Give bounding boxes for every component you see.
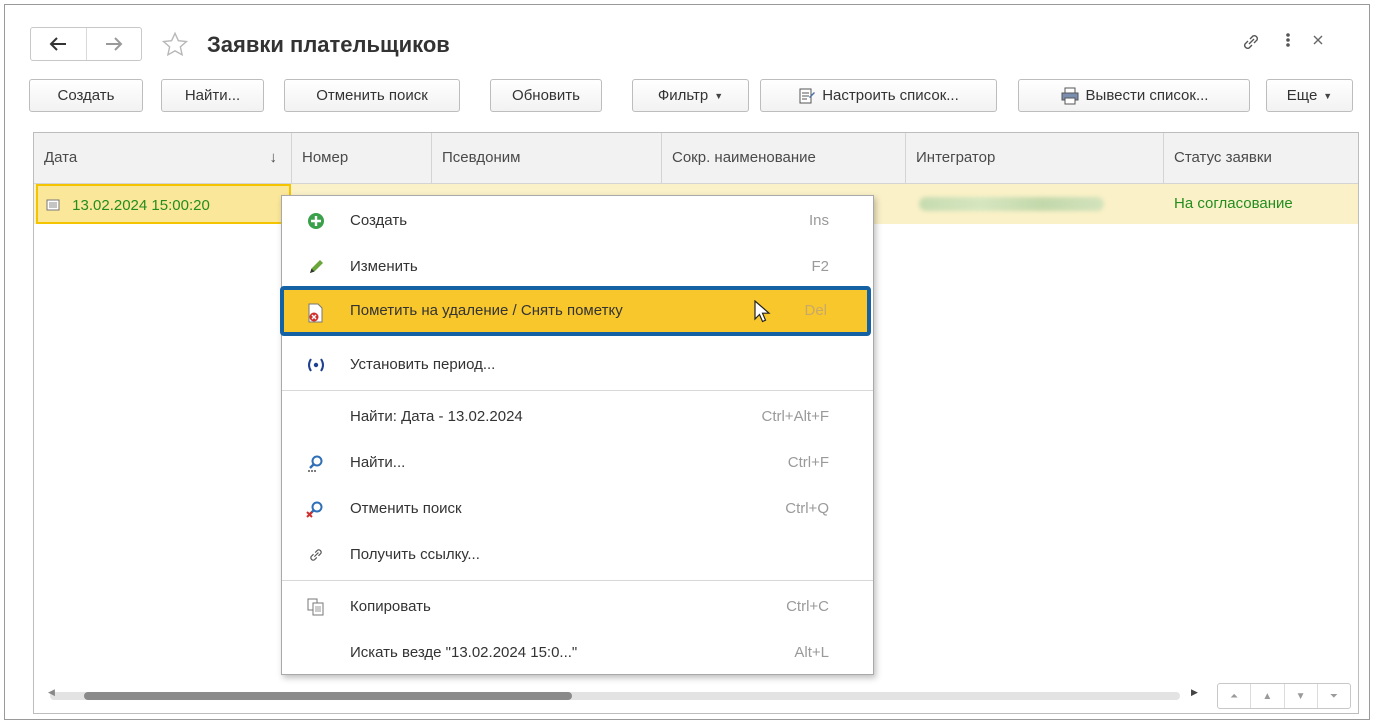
period-icon [306,355,326,375]
configure-list-icon [799,88,816,103]
chevron-down-icon: ▼ [714,90,724,101]
scroll-left-icon[interactable]: ◀ [48,687,55,698]
create-button[interactable]: Создать [29,79,143,112]
menu-item-label: Изменить [350,258,418,275]
last-page-icon[interactable]: ⏷ [1316,684,1350,708]
menu-item-label: Установить период... [350,356,496,373]
export-list-button[interactable]: Вывести список... [1018,79,1250,112]
column-header-number[interactable]: Номер [292,133,432,183]
configure-list-button[interactable]: Настроить список... [760,79,997,112]
column-header-label: Сокр. наименование [672,149,816,166]
menu-separator [282,390,873,391]
cancel-search-label: Отменить поиск [316,87,428,104]
more-vert-icon[interactable] [1283,29,1293,55]
menu-item-label: Искать везде "13.02.2024 15:0..." [350,644,578,661]
column-header-label: Статус заявки [1174,149,1272,166]
column-header-label: Номер [302,149,349,166]
close-icon[interactable] [1311,33,1325,51]
refresh-label: Обновить [512,87,580,104]
menu-separator [282,580,873,581]
column-header-status[interactable]: Статус заявки [1164,133,1358,183]
column-header-label: Псевдоним [442,149,521,166]
menu-item-get-link[interactable]: Получить ссылку... [282,532,873,578]
arrow-right-icon [105,37,123,51]
configure-list-label: Настроить список... [822,87,959,104]
cell-date[interactable]: 13.02.2024 15:00:20 [36,184,291,224]
menu-item-label: Копировать [350,598,431,615]
menu-item-label: Создать [350,212,408,229]
printer-icon [1061,87,1079,104]
favorite-star-icon[interactable] [161,31,189,63]
back-button[interactable] [31,28,86,60]
search-icon [306,453,326,473]
pencil-icon [306,257,326,277]
list-navigation: ⏶ ▲ ▼ ⏷ [1217,683,1351,709]
document-icon [46,199,60,211]
menu-item-mark-for-deletion[interactable]: Пометить на удаление / Снять пометку Del [280,286,871,336]
menu-item-label: Пометить на удаление / Снять пометку [350,302,623,319]
form-window: Заявки плательщиков Создать Найти... Отм… [4,4,1370,720]
refresh-button[interactable]: Обновить [490,79,602,112]
copy-icon [306,597,326,617]
forward-button[interactable] [85,28,142,60]
page-title: Заявки плательщиков [207,32,450,57]
menu-item-edit[interactable]: Изменить F2 [282,244,873,290]
menu-item-shortcut: Ctrl+Q [785,500,829,517]
column-header-label: Интегратор [916,149,996,166]
cancel-search-button[interactable]: Отменить поиск [284,79,460,112]
page-up-icon[interactable]: ▲ [1250,684,1283,708]
menu-item-label: Получить ссылку... [350,546,480,563]
menu-item-set-period[interactable]: Установить период... [282,342,873,388]
menu-item-shortcut: Ins [808,212,829,229]
cancel-search-icon [306,499,326,519]
page-down-icon[interactable]: ▼ [1283,684,1317,708]
scrollbar-thumb[interactable] [84,692,572,700]
column-header-alias[interactable]: Псевдоним [432,133,662,183]
filter-label: Фильтр [657,87,709,104]
menu-item-search-everywhere[interactable]: Искать везде "13.02.2024 15:0..." Alt+L [282,630,873,676]
more-button[interactable]: Еще ▼ [1266,79,1353,112]
menu-item-shortcut: Ctrl+C [786,598,829,615]
scroll-right-icon[interactable]: ▶ [1191,687,1198,698]
delete-mark-icon [306,303,326,323]
chevron-down-icon: ▼ [1323,90,1333,101]
link-icon[interactable] [1241,31,1261,57]
mouse-cursor-icon [754,299,772,328]
link-icon [306,545,326,565]
navigation-group [30,27,142,61]
find-label: Найти... [184,87,241,104]
table-header: Дата ↓ Номер Псевдоним Сокр. наименовани… [34,133,1358,184]
cell-status: На согласование [1174,195,1293,212]
export-list-label: Вывести список... [1085,87,1209,104]
menu-item-shortcut: Ctrl+F [787,454,829,471]
more-label: Еще [1286,87,1318,104]
menu-item-find[interactable]: Найти... Ctrl+F [282,440,873,486]
plus-circle-icon [306,211,326,231]
context-menu: Создать Ins Изменить F2 Пометить на удал… [280,195,874,676]
menu-item-label: Отменить поиск [350,500,462,517]
menu-item-find-by-date[interactable]: Найти: Дата - 13.02.2024 Ctrl+Alt+F [282,394,873,440]
column-header-short-name[interactable]: Сокр. наименование [662,133,906,183]
menu-item-label: Найти: Дата - 13.02.2024 [350,408,523,425]
menu-item-shortcut: Alt+L [794,644,829,661]
sort-descending-icon: ↓ [269,149,278,166]
filter-button[interactable]: Фильтр ▼ [632,79,749,112]
column-header-label: Дата [44,149,78,166]
cell-integrator-blurred [919,184,1149,224]
menu-item-shortcut: Del [804,302,827,319]
menu-item-copy[interactable]: Копировать Ctrl+C [282,584,873,630]
first-page-icon[interactable]: ⏶ [1218,684,1250,708]
menu-item-cancel-search[interactable]: Отменить поиск Ctrl+Q [282,486,873,532]
date-value: 13.02.2024 15:00:20 [72,197,210,214]
menu-item-create[interactable]: Создать Ins [282,198,873,244]
column-header-integrator[interactable]: Интегратор [906,133,1164,183]
menu-item-shortcut: Ctrl+Alt+F [761,408,829,425]
create-label: Создать [57,87,115,104]
menu-item-label: Найти... [350,454,406,471]
horizontal-scrollbar[interactable] [50,692,1180,700]
menu-item-shortcut: F2 [811,258,829,275]
column-header-date[interactable]: Дата ↓ [34,133,292,183]
arrow-left-icon [49,37,67,51]
find-button[interactable]: Найти... [161,79,264,112]
